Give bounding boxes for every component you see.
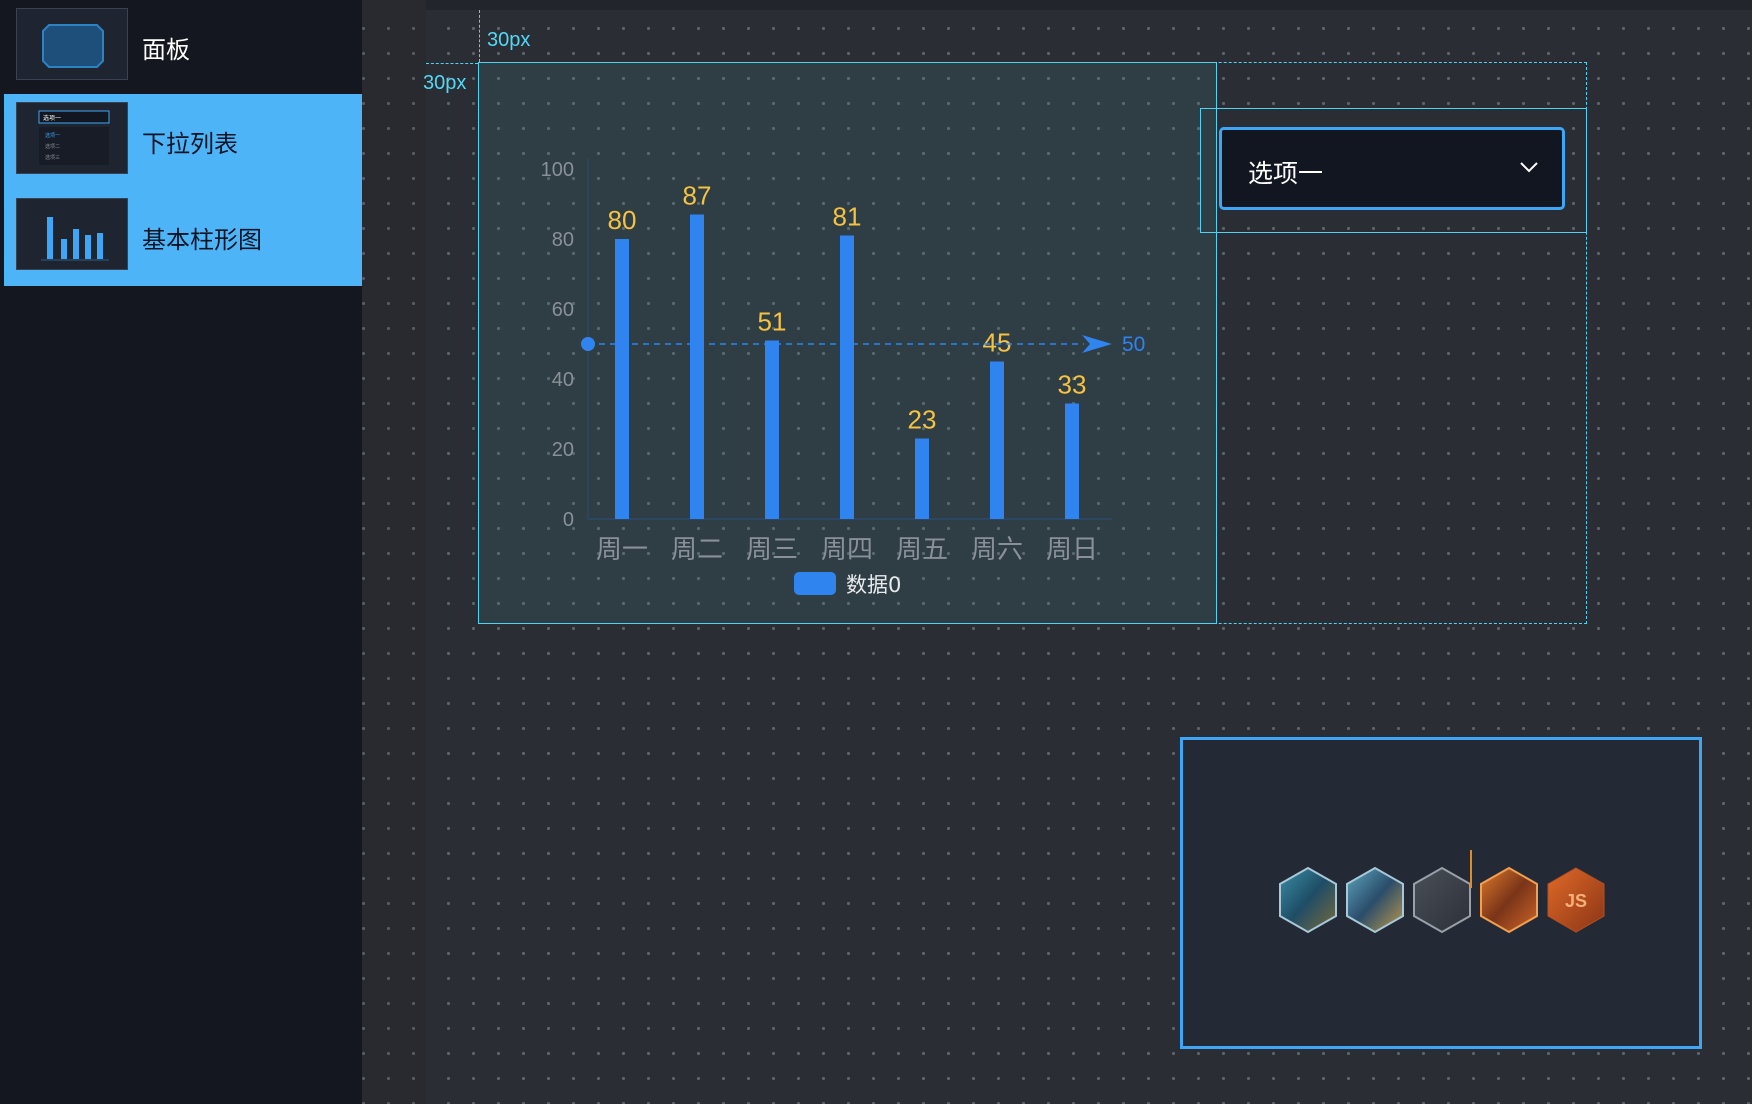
dropdown-component[interactable]: 选项一 — [1200, 108, 1587, 233]
x-tick-label: 周日 — [1046, 535, 1098, 565]
bar — [1065, 403, 1079, 519]
y-tick-label: 0 — [563, 509, 574, 531]
teal-nebula-hex-icon — [1279, 866, 1337, 934]
sidebar-item-panel[interactable]: 面板 — [4, 0, 362, 96]
x-tick-label: 周二 — [671, 535, 723, 565]
x-tick-label: 周五 — [896, 535, 948, 565]
ruler-top — [362, 0, 1752, 10]
bar-value-label: 80 — [608, 205, 637, 235]
dropdown-thumbnail-icon: 选项一 选项一 选项二 选项三 — [16, 102, 128, 174]
bar-value-label: 45 — [983, 328, 1012, 358]
guide-vertical — [479, 10, 480, 62]
bar-value-label: 51 — [758, 307, 787, 337]
sidebar-item-label: 面板 — [142, 36, 190, 64]
sidebar-item-label: 基本柱形图 — [142, 226, 262, 254]
y-tick-label: 20 — [552, 439, 574, 461]
bar — [690, 214, 704, 519]
y-tick-label: 100 — [541, 159, 574, 181]
legend-swatch — [794, 572, 836, 595]
orange-nebula-hex-icon — [1480, 866, 1538, 934]
guide-measure-left: 30px — [423, 72, 467, 94]
x-tick-label: 周六 — [971, 535, 1023, 565]
thumb-dropdown-value: 选项一 — [43, 114, 61, 122]
bar — [915, 438, 929, 519]
sidebar-item-dropdown[interactable]: 选项一 选项一 选项二 选项三 下拉列表 — [4, 94, 362, 190]
bar-chart: 0 20 40 60 80 100 80 周一 87 周二 51 周三 81 周四 23 周五 45 周六 33 周日… — [541, 159, 1145, 597]
guide-horizontal — [426, 63, 478, 64]
panel-component[interactable]: JS — [1180, 737, 1702, 1049]
panel-thumbnail-icon — [16, 8, 128, 80]
thumb-dropdown-option: 选项二 — [45, 143, 60, 150]
chevron-down-icon — [1518, 156, 1540, 183]
markline-start-point — [581, 337, 595, 351]
bar — [990, 361, 1004, 519]
y-tick-label: 80 — [552, 229, 574, 251]
bar-value-label: 33 — [1058, 370, 1087, 400]
x-tick-label: 周一 — [596, 535, 648, 565]
markline-arrow-icon — [1082, 335, 1112, 353]
bar — [840, 235, 854, 519]
y-tick-label: 60 — [552, 299, 574, 321]
thumb-dropdown-option: 选项一 — [45, 132, 60, 139]
x-tick-label: 周三 — [746, 535, 798, 565]
bar-value-label: 81 — [833, 202, 862, 232]
bar-value-label: 23 — [908, 405, 937, 435]
guide-measure-top: 30px — [487, 29, 531, 51]
component-sidebar: 面板 选项一 选项一 选项二 选项三 下拉列表 基本柱形图 — [0, 0, 364, 1104]
blue-nebula-hex-icon — [1346, 866, 1404, 934]
bar-chart-component[interactable]: 0 20 40 60 80 100 80 周一 87 周二 51 周三 81 周四 23 周五 45 周六 33 周日… — [478, 62, 1217, 624]
canvas-margin — [362, 10, 426, 1104]
bar-value-label: 87 — [683, 181, 712, 211]
grey-nebula-hex-icon — [1413, 866, 1471, 934]
sidebar-item-label: 下拉列表 — [142, 130, 238, 158]
bar — [765, 340, 779, 519]
js-hex-icon: JS — [1547, 867, 1605, 933]
legend-label: 数据0 — [846, 573, 901, 597]
markline-label: 50 — [1122, 333, 1145, 356]
dropdown-select[interactable]: 选项一 — [1219, 127, 1565, 210]
bar — [615, 239, 629, 519]
sidebar-item-bar-chart[interactable]: 基本柱形图 — [4, 190, 362, 286]
hexagon-row: JS — [1279, 850, 1605, 934]
y-tick-label: 40 — [552, 369, 574, 391]
dropdown-value: 选项一 — [1248, 159, 1324, 188]
js-hex-label: JS — [1565, 891, 1587, 911]
x-tick-label: 周四 — [821, 535, 873, 565]
bar-chart-thumbnail-icon — [16, 198, 128, 270]
thumb-dropdown-option: 选项三 — [45, 154, 60, 161]
